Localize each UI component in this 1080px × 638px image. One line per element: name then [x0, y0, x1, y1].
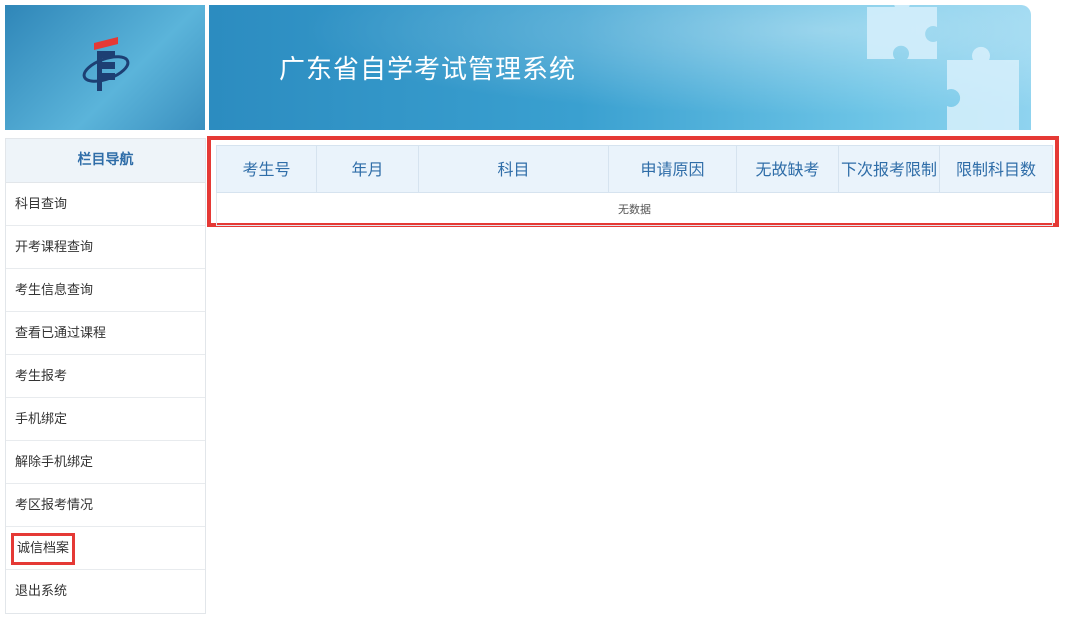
- sidebar-item-label: 科目查询: [15, 197, 68, 212]
- sidebar-item-candidate-info[interactable]: 考生信息查询: [6, 269, 205, 312]
- sidebar-item-region-registration[interactable]: 考区报考情况: [6, 484, 205, 527]
- table-header-row: 考生号 年月 科目 申请原因 无故缺考 下次报考限制 限制科目数: [216, 145, 1053, 193]
- sidebar-item-course-query[interactable]: 开考课程查询: [6, 226, 205, 269]
- column-header-limited-subjects[interactable]: 限制科目数: [939, 145, 1053, 193]
- sidebar-item-label: 考生信息查询: [15, 283, 94, 298]
- header-banner: 广东省自学考试管理系统: [209, 5, 1031, 130]
- sidebar-item-passed-courses[interactable]: 查看已通过课程: [6, 312, 205, 355]
- sidebar-item-label: 诚信档案: [11, 533, 76, 565]
- puzzle-decoration-icon: [867, 5, 1019, 130]
- sidebar-item-subject-query[interactable]: 科目查询: [6, 183, 205, 226]
- empty-state-text: 无数据: [216, 192, 1053, 226]
- column-header-unexcused-absence[interactable]: 无故缺考: [736, 145, 839, 193]
- sidebar-item-unbind-phone[interactable]: 解除手机绑定: [6, 441, 205, 484]
- sidebar-nav: 栏目导航 科目查询 开考课程查询 考生信息查询 查看已通过课程 考生报考 手机绑…: [5, 138, 206, 614]
- sidebar-item-bind-phone[interactable]: 手机绑定: [6, 398, 205, 441]
- column-header-reason[interactable]: 申请原因: [608, 145, 737, 193]
- integrity-record-panel: 考生号 年月 科目 申请原因 无故缺考 下次报考限制 限制科目数 无数据: [207, 136, 1059, 227]
- sidebar-item-integrity-record[interactable]: 诚信档案: [6, 527, 205, 570]
- table-row: 无数据: [216, 192, 1053, 226]
- sidebar-item-label: 手机绑定: [15, 412, 68, 427]
- sidebar-item-exam-registration[interactable]: 考生报考: [6, 355, 205, 398]
- logo-panel: [5, 5, 205, 130]
- column-header-year-month[interactable]: 年月: [316, 145, 419, 193]
- column-header-candidate-no[interactable]: 考生号: [216, 145, 317, 193]
- sidebar-item-logout[interactable]: 退出系统: [6, 570, 205, 613]
- integrity-record-table: 考生号 年月 科目 申请原因 无故缺考 下次报考限制 限制科目数 无数据: [216, 145, 1053, 226]
- sidebar-item-label: 查看已通过课程: [15, 326, 107, 341]
- column-header-subject[interactable]: 科目: [418, 145, 609, 193]
- system-title: 广东省自学考试管理系统: [279, 55, 577, 85]
- exam-authority-logo-icon: [82, 37, 130, 91]
- sidebar-heading: 栏目导航: [6, 139, 205, 183]
- sidebar-item-label: 解除手机绑定: [15, 455, 94, 470]
- sidebar-item-label: 开考课程查询: [15, 240, 94, 255]
- sidebar-item-label: 考生报考: [15, 369, 68, 384]
- sidebar-item-label: 退出系统: [15, 584, 68, 599]
- column-header-next-registration-limit[interactable]: 下次报考限制: [838, 145, 940, 193]
- sidebar-item-label: 考区报考情况: [15, 498, 94, 513]
